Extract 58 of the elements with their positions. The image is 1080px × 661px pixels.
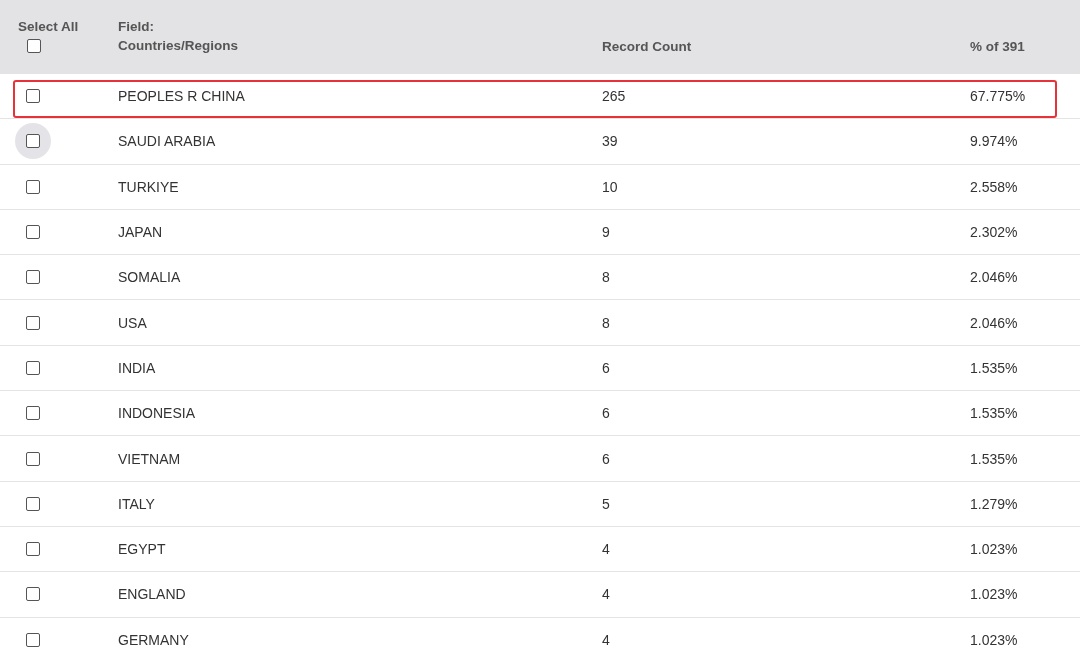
row-checkbox[interactable]: [26, 134, 40, 149]
field-label: Field:: [118, 19, 155, 34]
country-cell: USA: [118, 314, 147, 331]
count-cell: 8: [602, 269, 610, 286]
country-cell: PEOPLES R CHINA: [118, 88, 245, 105]
row-checkbox[interactable]: [26, 542, 40, 557]
field-name: Countries/Regions: [118, 38, 239, 53]
count-cell: 8: [602, 314, 610, 331]
column-header: Record Count: [602, 39, 692, 54]
percent-cell: 1.535%: [970, 450, 1018, 467]
row-checkbox[interactable]: [26, 451, 40, 466]
row-checkbox[interactable]: [26, 406, 40, 421]
country-cell: ITALY: [118, 495, 155, 512]
percent-cell: 1.023%: [970, 586, 1018, 603]
count-cell: 9: [602, 224, 610, 241]
count-cell: 6: [602, 405, 610, 422]
column-header: % of 391: [970, 39, 1025, 54]
row-checkbox[interactable]: [26, 179, 40, 194]
country-cell: ENGLAND: [118, 586, 186, 603]
count-cell: 5: [602, 495, 610, 512]
country-cell: TURKIYE: [118, 178, 179, 195]
percent-cell: 2.558%: [970, 178, 1018, 195]
country-cell: VIETNAM: [118, 450, 181, 467]
percent-cell: 2.046%: [970, 314, 1018, 331]
percent-cell: 1.535%: [970, 405, 1018, 422]
country-cell: GERMANY: [118, 631, 189, 648]
percent-cell: 1.535%: [970, 359, 1018, 376]
percent-cell: 2.302%: [970, 224, 1018, 241]
percent-cell: 1.023%: [970, 631, 1018, 648]
count-cell: 39: [602, 133, 618, 150]
row-checkbox[interactable]: [26, 360, 40, 375]
country-cell: EGYPT: [118, 541, 166, 558]
select-all-label: Select All: [18, 19, 79, 34]
percent-cell: 9.974%: [970, 133, 1018, 150]
row-checkbox[interactable]: [26, 89, 40, 104]
count-cell: 4: [602, 631, 610, 648]
percent-cell: 67.775%: [970, 88, 1026, 105]
row-checkbox[interactable]: [26, 225, 40, 240]
country-cell: JAPAN: [118, 224, 163, 241]
count-cell: 10: [602, 178, 618, 195]
row-checkbox[interactable]: [26, 270, 40, 285]
percent-cell: 1.023%: [970, 541, 1018, 558]
country-cell: INDONESIA: [118, 405, 195, 422]
row-checkbox[interactable]: [26, 587, 40, 602]
row-checkbox[interactable]: [26, 315, 40, 330]
count-cell: 4: [602, 586, 610, 603]
country-cell: SOMALIA: [118, 269, 181, 286]
select-all-checkbox[interactable]: [27, 39, 41, 53]
row-checkbox[interactable]: [26, 632, 40, 647]
count-cell: 265: [602, 88, 626, 105]
count-cell: 4: [602, 541, 610, 558]
row-checkbox[interactable]: [26, 496, 40, 511]
percent-cell: 1.279%: [970, 495, 1018, 512]
count-cell: 6: [602, 359, 610, 376]
country-cell: INDIA: [118, 359, 156, 376]
country-cell: SAUDI ARABIA: [118, 133, 216, 150]
count-cell: 6: [602, 450, 610, 467]
percent-cell: 2.046%: [970, 269, 1018, 286]
